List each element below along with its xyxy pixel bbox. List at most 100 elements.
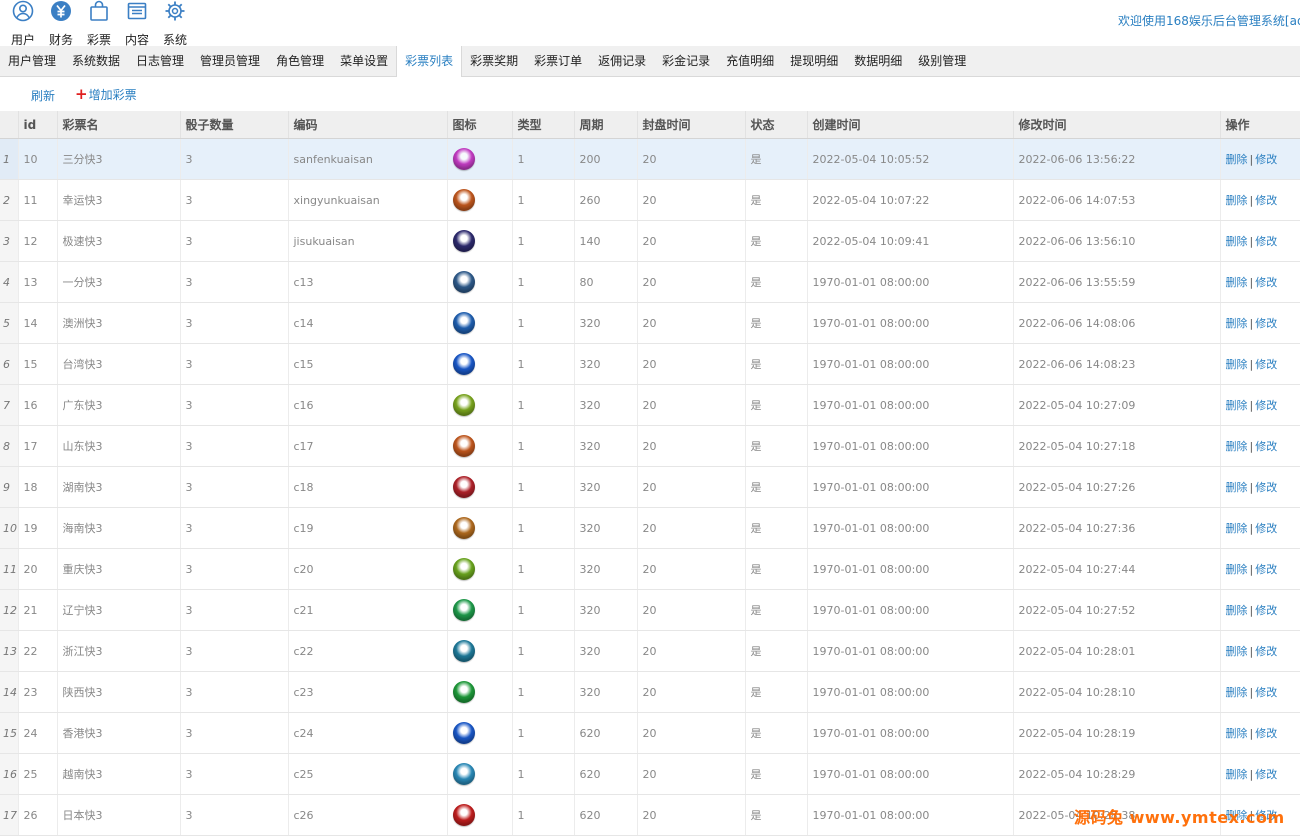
edit-link[interactable]: 修改 [1255, 563, 1277, 576]
edit-link[interactable]: 修改 [1255, 399, 1277, 412]
column-header-12[interactable]: 操作 [1220, 111, 1300, 139]
edit-link[interactable]: 修改 [1255, 440, 1277, 453]
delete-link[interactable]: 删除 [1226, 235, 1248, 248]
table-row[interactable]: 9 18 湖南快3 3 c18 1 320 20 是 1970-01-01 08:00:00 202… [0, 466, 1300, 508]
cell-close: 20 [637, 466, 746, 508]
edit-link[interactable]: 修改 [1255, 276, 1277, 289]
tab-2[interactable]: 日志管理 [128, 46, 192, 76]
lottery-icon-cell [447, 630, 513, 672]
edit-link[interactable]: 修改 [1255, 481, 1277, 494]
delete-link[interactable]: 删除 [1226, 522, 1248, 535]
table-row[interactable]: 1 10 三分快3 3 sanfenkuaisan 1 200 20 是 2022-05-04 1… [0, 138, 1300, 180]
tab-6[interactable]: 彩票列表 [396, 46, 463, 77]
delete-link[interactable]: 删除 [1226, 645, 1248, 658]
edit-link[interactable]: 修改 [1255, 235, 1277, 248]
column-header-2[interactable]: 彩票名 [57, 111, 181, 139]
cell-modified: 2022-06-06 14:08:06 [1013, 302, 1221, 344]
table-row[interactable]: 5 14 澳洲快3 3 c14 1 320 20 是 1970-01-01 08:00:00 202… [0, 302, 1300, 344]
cell-code: c13 [288, 261, 448, 303]
cell-id: 21 [18, 589, 58, 631]
cell-modified: 2022-06-06 14:08:23 [1013, 343, 1221, 385]
top-nav: 用户 财务 彩票 内容 系统 [4, 0, 194, 47]
table-row[interactable]: 8 17 山东快3 3 c17 1 320 20 是 1970-01-01 08:00:00 202… [0, 425, 1300, 467]
table-row[interactable]: 14 23 陕西快3 3 c23 1 320 20 是 1970-01-01 08:00:00 20… [0, 671, 1300, 713]
cell-name: 越南快3 [57, 753, 181, 795]
delete-link[interactable]: 删除 [1226, 399, 1248, 412]
edit-link[interactable]: 修改 [1255, 153, 1277, 166]
table-row[interactable]: 6 15 台湾快3 3 c15 1 320 20 是 1970-01-01 08:00:00 202… [0, 343, 1300, 385]
column-header-6[interactable]: 类型 [512, 111, 575, 139]
delete-link[interactable]: 删除 [1226, 358, 1248, 371]
table-row[interactable]: 13 22 浙江快3 3 c22 1 320 20 是 1970-01-01 08:00:00 20… [0, 630, 1300, 672]
column-header-4[interactable]: 编码 [288, 111, 448, 139]
table-row[interactable]: 2 11 幸运快3 3 xingyunkuaisan 1 260 20 是 2022-05-04 … [0, 179, 1300, 221]
edit-link[interactable]: 修改 [1255, 686, 1277, 699]
tab-5[interactable]: 菜单设置 [332, 46, 396, 76]
delete-link[interactable]: 删除 [1226, 768, 1248, 781]
column-header-8[interactable]: 封盘时间 [637, 111, 746, 139]
nav-lottery[interactable]: 彩票 [80, 0, 118, 47]
cell-type: 1 [512, 753, 575, 795]
delete-link[interactable]: 删除 [1226, 194, 1248, 207]
column-header-11[interactable]: 修改时间 [1013, 111, 1221, 139]
edit-link[interactable]: 修改 [1255, 194, 1277, 207]
cell-period: 320 [574, 548, 638, 590]
tab-14[interactable]: 级别管理 [910, 46, 974, 76]
cell-n: 12 [0, 589, 19, 631]
edit-link[interactable]: 修改 [1255, 645, 1277, 658]
column-header-9[interactable]: 状态 [745, 111, 808, 139]
delete-link[interactable]: 删除 [1226, 563, 1248, 576]
cell-modified: 2022-06-06 13:55:59 [1013, 261, 1221, 303]
cell-actions: 删除 | 修改 [1220, 179, 1300, 221]
delete-link[interactable]: 删除 [1226, 276, 1248, 289]
tab-12[interactable]: 提现明细 [782, 46, 846, 76]
table-row[interactable]: 3 12 极速快3 3 jisukuaisan 1 140 20 是 2022-05-04 10:… [0, 220, 1300, 262]
edit-link[interactable]: 修改 [1255, 522, 1277, 535]
tab-0[interactable]: 用户管理 [0, 46, 64, 76]
delete-link[interactable]: 删除 [1226, 317, 1248, 330]
tab-4[interactable]: 角色管理 [268, 46, 332, 76]
tab-1[interactable]: 系统数据 [64, 46, 128, 76]
lottery-icon-cell [447, 138, 513, 180]
table-row[interactable]: 16 25 越南快3 3 c25 1 620 20 是 1970-01-01 08:00:00 20… [0, 753, 1300, 795]
refresh-button[interactable]: 刷新 [31, 87, 55, 104]
delete-link[interactable]: 删除 [1226, 481, 1248, 494]
delete-link[interactable]: 删除 [1226, 686, 1248, 699]
nav-finance[interactable]: 财务 [42, 0, 80, 47]
tab-9[interactable]: 返佣记录 [590, 46, 654, 76]
tab-10[interactable]: 彩金记录 [654, 46, 718, 76]
delete-link[interactable]: 删除 [1226, 604, 1248, 617]
column-header-5[interactable]: 图标 [447, 111, 513, 139]
cell-status: 是 [745, 589, 808, 631]
lottery-icon-cell [447, 384, 513, 426]
edit-link[interactable]: 修改 [1255, 358, 1277, 371]
delete-link[interactable]: 删除 [1226, 727, 1248, 740]
nav-user[interactable]: 用户 [4, 0, 42, 47]
column-header-1[interactable]: id [18, 111, 58, 139]
table-row[interactable]: 4 13 一分快3 3 c13 1 80 20 是 1970-01-01 08:00:00 2022… [0, 261, 1300, 303]
column-header-7[interactable]: 周期 [574, 111, 638, 139]
delete-link[interactable]: 删除 [1226, 440, 1248, 453]
delete-link[interactable]: 删除 [1226, 153, 1248, 166]
edit-link[interactable]: 修改 [1255, 604, 1277, 617]
nav-content[interactable]: 内容 [118, 0, 156, 47]
tab-3[interactable]: 管理员管理 [192, 46, 268, 76]
tab-7[interactable]: 彩票奖期 [462, 46, 526, 76]
table-row[interactable]: 7 16 广东快3 3 c16 1 320 20 是 1970-01-01 08:00:00 202… [0, 384, 1300, 426]
column-header-10[interactable]: 创建时间 [807, 111, 1014, 139]
cell-id: 13 [18, 261, 58, 303]
edit-link[interactable]: 修改 [1255, 727, 1277, 740]
tab-8[interactable]: 彩票订单 [526, 46, 590, 76]
edit-link[interactable]: 修改 [1255, 768, 1277, 781]
edit-link[interactable]: 修改 [1255, 317, 1277, 330]
table-row[interactable]: 12 21 辽宁快3 3 c21 1 320 20 是 1970-01-01 08:00:00 20… [0, 589, 1300, 631]
table-row[interactable]: 10 19 海南快3 3 c19 1 320 20 是 1970-01-01 08:00:00 20… [0, 507, 1300, 549]
table-row[interactable]: 15 24 香港快3 3 c24 1 620 20 是 1970-01-01 08:00:00 20… [0, 712, 1300, 754]
tab-13[interactable]: 数据明细 [846, 46, 910, 76]
welcome-text: 欢迎使用168娱乐后台管理系统[admi [1118, 14, 1300, 28]
table-row[interactable]: 11 20 重庆快3 3 c20 1 320 20 是 1970-01-01 08:00:00 20… [0, 548, 1300, 590]
add-lottery-button[interactable]: +增加彩票 [75, 85, 137, 103]
nav-system[interactable]: 系统 [156, 0, 194, 47]
column-header-3[interactable]: 骰子数量 [180, 111, 289, 139]
tab-11[interactable]: 充值明细 [718, 46, 782, 76]
